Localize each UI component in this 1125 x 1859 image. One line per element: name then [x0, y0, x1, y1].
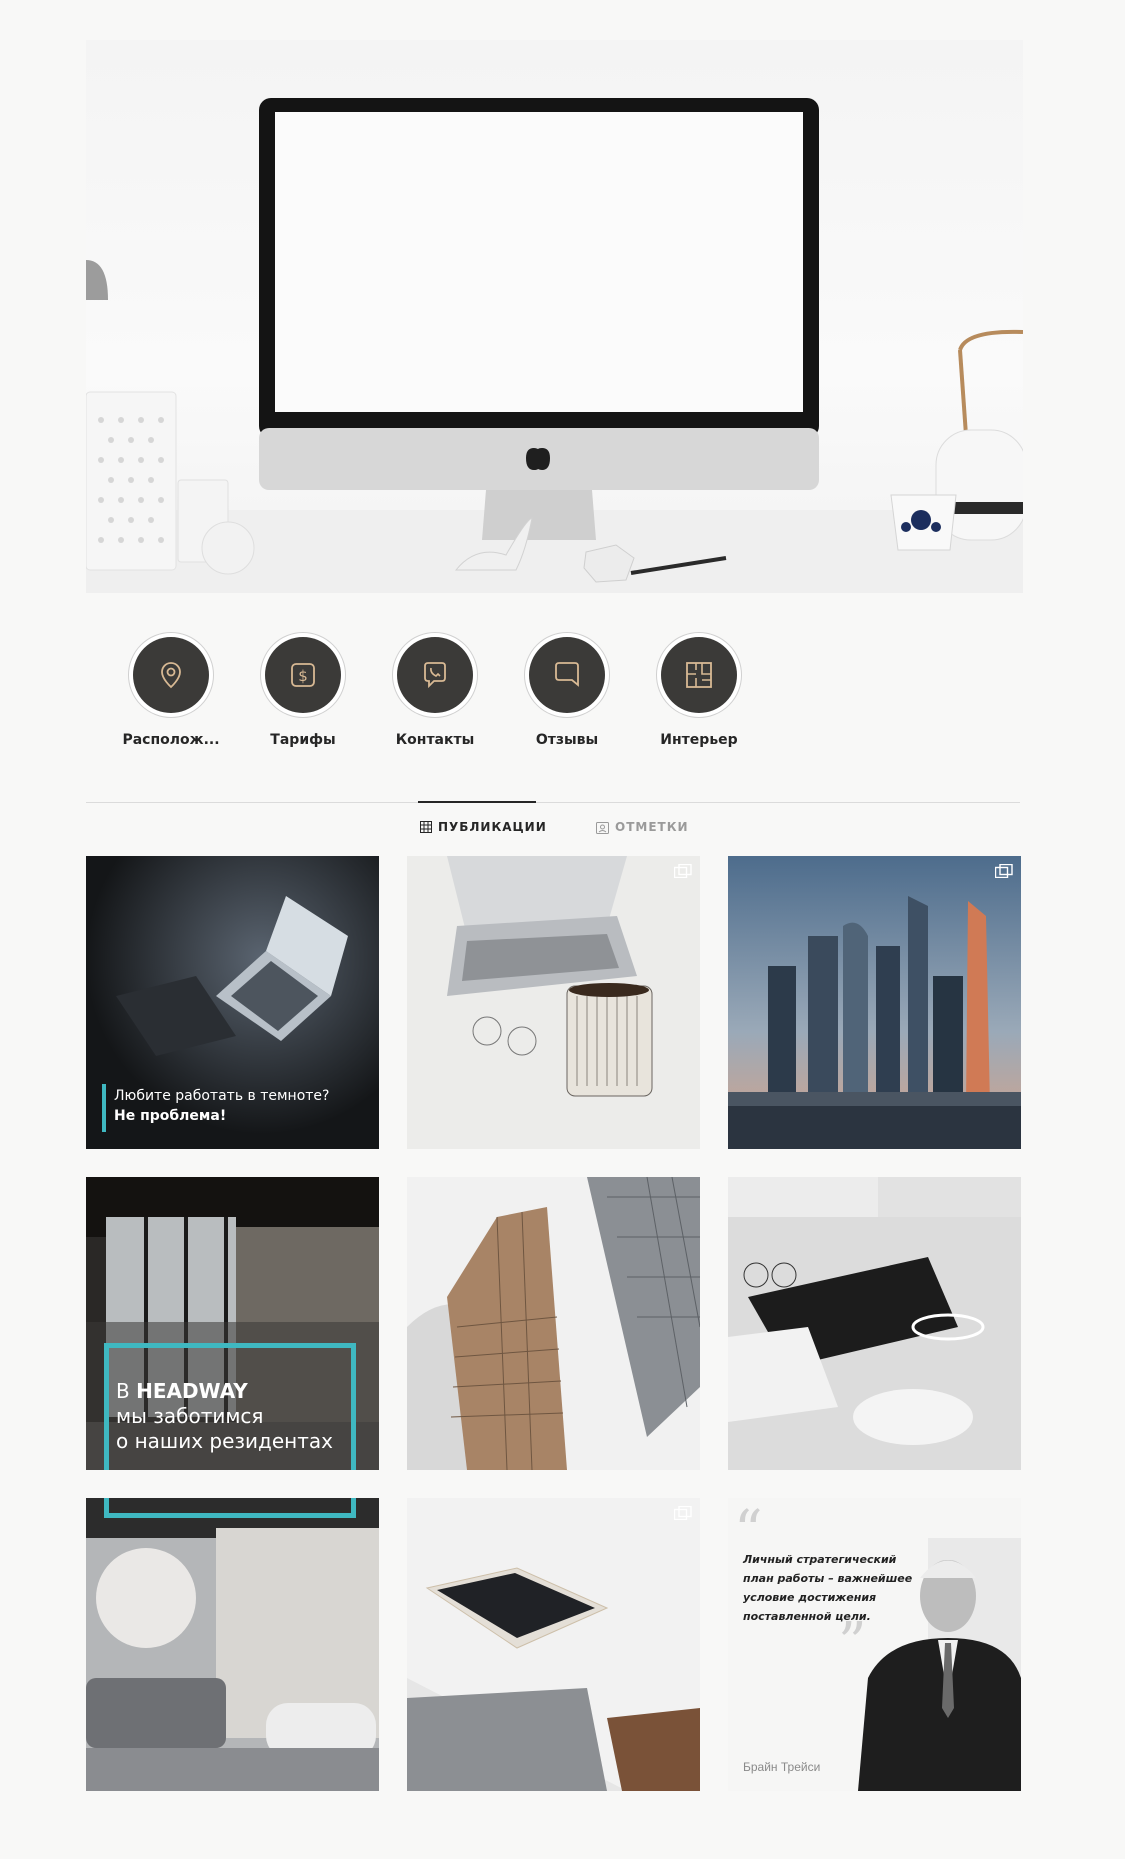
- caption-line-bold: Не проблема!: [114, 1108, 227, 1124]
- active-tab-indicator: [418, 801, 536, 803]
- highlight-circle: [529, 637, 605, 713]
- highlight-label: Контакты: [395, 732, 475, 748]
- tab-publications-label: ПУБЛИКАЦИИ: [438, 820, 547, 834]
- highlight-reviews[interactable]: Отзывы: [502, 632, 632, 748]
- highlight-interior[interactable]: Интерьер: [634, 632, 764, 748]
- highlight-circle: $: [265, 637, 341, 713]
- quote-author: Брайн Трейси: [743, 1760, 821, 1774]
- dollar-sign-icon: $: [291, 663, 315, 687]
- caption-frame-bottom: [104, 1498, 356, 1518]
- speech-bubble-icon: [555, 662, 579, 687]
- highlight-label: Отзывы: [535, 732, 599, 748]
- story-highlights: Располож... $ Тарифы Контакты Отзывы Инт…: [0, 632, 1125, 752]
- grid-icon: [420, 821, 432, 833]
- caption-line: В HEADWAY: [116, 1379, 333, 1404]
- highlight-label: Тарифы: [270, 732, 336, 748]
- highlight-ring: [524, 632, 610, 718]
- highlight-ring: [392, 632, 478, 718]
- caption-line: о наших резидентах: [116, 1429, 334, 1453]
- caption-accent-bar: [102, 1084, 106, 1132]
- location-pin-icon: [161, 662, 181, 689]
- highlight-label: Интерьер: [660, 732, 738, 748]
- post-phone-notebook[interactable]: [407, 1498, 700, 1791]
- post-quote-brian-tracy[interactable]: “ Личный стратегический план работы – ва…: [728, 1498, 1021, 1791]
- svg-text:$: $: [298, 667, 308, 685]
- highlight-circle: [133, 637, 209, 713]
- highlight-location[interactable]: Располож...: [106, 632, 236, 748]
- multiple-photos-icon: [995, 864, 1013, 878]
- caption-prefix: В: [116, 1379, 137, 1403]
- post-headway-interior[interactable]: В HEADWAY мы заботимся о наших резидента…: [86, 1177, 379, 1470]
- brand-name: HEADWAY: [136, 1379, 248, 1403]
- tab-publications[interactable]: ПУБЛИКАЦИИ: [420, 820, 547, 834]
- highlight-ring: [656, 632, 742, 718]
- highlight-circle: [397, 637, 473, 713]
- caption-line: мы заботимся: [116, 1404, 264, 1428]
- profile-tabs: ПУБЛИКАЦИИ ОТМЕТКИ: [0, 820, 1125, 844]
- post-coffee-laptop[interactable]: [407, 856, 700, 1149]
- highlight-ring: [128, 632, 214, 718]
- post-lounge-interior[interactable]: [86, 1498, 379, 1791]
- highlight-ring: $: [260, 632, 346, 718]
- floor-plan-icon: [686, 662, 712, 688]
- highlight-circle: [661, 637, 737, 713]
- multiple-photos-icon: [674, 1506, 692, 1520]
- tab-tagged[interactable]: ОТМЕТКИ: [596, 820, 689, 834]
- portrait-photo: [858, 1538, 1021, 1791]
- post-skyscrapers[interactable]: [407, 1177, 700, 1470]
- caption-line: Любите работать в темноте?: [114, 1088, 330, 1104]
- highlight-tariffs[interactable]: $ Тарифы: [238, 632, 368, 748]
- tagged-person-icon: [596, 821, 609, 834]
- tabs-divider: [86, 802, 1020, 803]
- post-caption: В HEADWAY мы заботимся о наших резидента…: [116, 1379, 333, 1454]
- tab-tagged-label: ОТМЕТКИ: [615, 820, 689, 834]
- highlight-label: Располож...: [122, 732, 220, 748]
- phone-chat-icon: [424, 662, 446, 689]
- highlight-contacts[interactable]: Контакты: [370, 632, 500, 748]
- multiple-photos-icon: [674, 864, 692, 878]
- post-desk-notebook[interactable]: [728, 1177, 1021, 1470]
- post-moscow-city[interactable]: [728, 856, 1021, 1149]
- post-dark-laptop[interactable]: Любите работать в темноте? Не проблема!: [86, 856, 379, 1149]
- post-caption: Любите работать в темноте? Не проблема!: [114, 1086, 329, 1126]
- hero-photo: [86, 40, 1023, 593]
